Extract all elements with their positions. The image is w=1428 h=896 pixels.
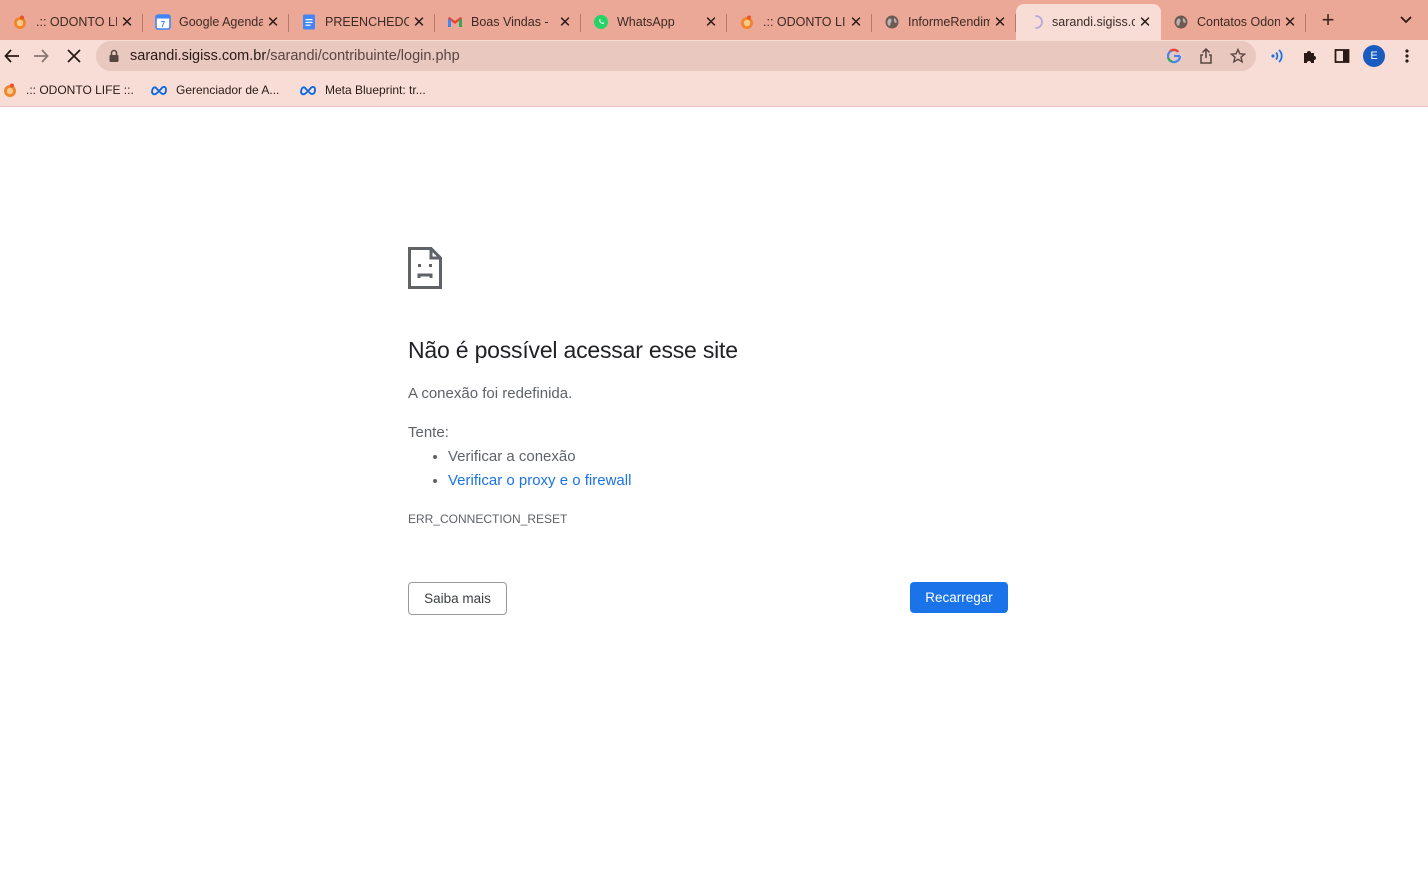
svg-text:7: 7: [161, 20, 166, 29]
url-path: /sarandi/contribuinte/login.php: [266, 48, 460, 64]
sad-page-icon: [408, 247, 442, 294]
tab-title: .:: ODONTO LIFE ::.: [763, 15, 846, 29]
error-heading: Não é possível acessar esse site: [408, 337, 738, 363]
odonto-favicon-icon: [12, 14, 28, 30]
close-tab-icon[interactable]: ✕: [701, 12, 721, 32]
side-panel-icon[interactable]: [1332, 46, 1352, 66]
back-button[interactable]: [0, 44, 26, 68]
error-code: ERR_CONNECTION_RESET: [408, 512, 568, 526]
tab-title: Google Agenda: [179, 15, 263, 29]
reload-button[interactable]: Recarregar: [910, 582, 1008, 613]
meta-icon: [299, 84, 317, 96]
odonto-favicon-icon: [2, 82, 18, 98]
address-bar[interactable]: sarandi.sigiss.com.br/sarandi/contribuin…: [96, 41, 1256, 71]
tab-title: sarandi.sigiss.com.br: [1052, 15, 1135, 29]
google-lens-icon[interactable]: [1165, 47, 1183, 65]
tab-preenchedor[interactable]: PREENCHEDOR ✕: [289, 4, 435, 40]
url-host: sarandi.sigiss.com.br: [130, 48, 267, 64]
bookmark-label: .:: ODONTO LIFE ::.: [26, 83, 134, 97]
tab-odonto-life-2[interactable]: .:: ODONTO LIFE ::. ✕: [727, 4, 872, 40]
close-tab-icon[interactable]: ✕: [990, 12, 1010, 32]
close-tab-icon[interactable]: ✕: [409, 12, 429, 32]
bookmark-label: Meta Blueprint: tr...: [325, 83, 426, 97]
tab-search-chevron-icon[interactable]: [1396, 12, 1416, 28]
close-tab-icon[interactable]: ✕: [1135, 12, 1155, 32]
tab-title: InformeRendimentos: [908, 15, 990, 29]
suggestion-check-connection: Verificar a conexão: [448, 445, 631, 469]
tab-contatos-odonto[interactable]: Contatos Odonto ✕: [1161, 4, 1306, 40]
share-icon[interactable]: [1197, 47, 1215, 65]
error-detail: A conexão foi redefinida.: [408, 385, 573, 402]
gmail-icon: [447, 14, 463, 30]
tab-informe-rendimentos[interactable]: InformeRendimentos ✕: [872, 4, 1016, 40]
suggestion-list: Verificar a conexão Verificar o proxy e …: [408, 445, 631, 493]
tab-google-agenda[interactable]: 7 Google Agenda ✕: [143, 4, 289, 40]
tab-title: Boas Vindas -: [471, 15, 549, 29]
bookmark-gerenciador[interactable]: Gerenciador de A...: [150, 80, 279, 100]
url-text[interactable]: sarandi.sigiss.com.br/sarandi/contribuin…: [130, 48, 460, 64]
error-page: Não é possível acessar esse site A conex…: [0, 107, 1428, 896]
close-tab-icon[interactable]: ✕: [117, 12, 137, 32]
lock-icon[interactable]: [108, 49, 120, 68]
tab-whatsapp[interactable]: WhatsApp ✕: [581, 4, 727, 40]
tab-boas-vindas[interactable]: Boas Vindas - ✕: [435, 4, 581, 40]
tab-title: .:: ODONTO LIFE ::.: [36, 15, 117, 29]
tab-title: PREENCHEDOR: [325, 15, 409, 29]
profile-avatar[interactable]: E: [1363, 45, 1385, 67]
menu-kebab-icon[interactable]: [1397, 46, 1417, 66]
tab-strip: .:: ODONTO LIFE ::. ✕ 7 Google Agenda ✕ …: [0, 0, 1428, 40]
globe-icon: [1173, 14, 1189, 30]
close-tab-icon[interactable]: ✕: [846, 12, 866, 32]
suggestion-proxy-firewall: Verificar o proxy e o firewall: [448, 469, 631, 493]
stop-loading-button[interactable]: [60, 44, 88, 68]
tab-title: WhatsApp: [617, 15, 675, 29]
learn-more-button[interactable]: Saiba mais: [408, 582, 507, 615]
proxy-firewall-link[interactable]: Verificar o proxy e o firewall: [448, 472, 631, 489]
whatsapp-icon: [593, 14, 609, 30]
bookmark-odonto-life[interactable]: .:: ODONTO LIFE ::.: [2, 80, 134, 100]
bookmark-label: Gerenciador de A...: [176, 83, 280, 97]
new-tab-button[interactable]: +: [1318, 7, 1338, 32]
close-tab-icon[interactable]: ✕: [555, 12, 575, 32]
tab-title: Contatos Odonto: [1197, 15, 1280, 29]
odonto-favicon-icon: [739, 14, 755, 30]
tab-odonto-life-1[interactable]: .:: ODONTO LIFE ::. ✕: [0, 4, 143, 40]
browser-chrome: .:: ODONTO LIFE ::. ✕ 7 Google Agenda ✕ …: [0, 0, 1428, 107]
globe-icon: [884, 14, 900, 30]
extension-wifi-icon[interactable]: [1268, 46, 1288, 66]
forward-button[interactable]: [27, 44, 55, 68]
tab-sarandi-sigiss[interactable]: sarandi.sigiss.com.br ✕: [1016, 4, 1161, 40]
bookmark-star-icon[interactable]: [1229, 47, 1247, 65]
close-tab-icon[interactable]: ✕: [1280, 12, 1300, 32]
google-calendar-icon: 7: [155, 14, 171, 30]
meta-icon: [150, 84, 168, 96]
bookmark-meta-blueprint[interactable]: Meta Blueprint: tr...: [299, 80, 426, 100]
google-docs-icon: [301, 14, 317, 30]
loading-spinner-icon: [1028, 14, 1044, 30]
tab-separator: [1305, 14, 1306, 32]
close-tab-icon[interactable]: ✕: [263, 12, 283, 32]
extensions-puzzle-icon[interactable]: [1300, 46, 1320, 66]
try-label: Tente:: [408, 424, 449, 441]
